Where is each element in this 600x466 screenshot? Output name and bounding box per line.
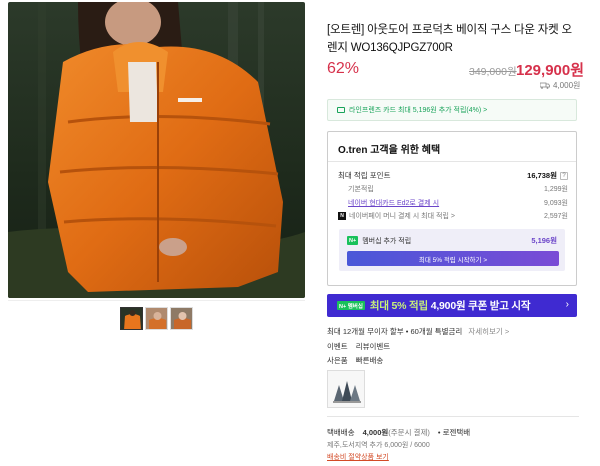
point-row-value: 2,597원 <box>544 213 568 220</box>
product-main-image[interactable] <box>8 2 305 298</box>
promo-text-rest: 4,900원 쿠폰 받고 시작 <box>430 300 531 312</box>
point-row-npay[interactable]: N 네이버페이 머니 결제 시 최대 적립 > 2,597원 <box>338 211 568 221</box>
shipping-extra: 제주,도서지역 추가 6,000원 / 6000 <box>327 442 430 449</box>
shipping-carrier: • 로젠택배 <box>437 428 471 437</box>
shipping-row: 택배배송 4,000원(주문시 결제) • 로젠택배 <box>327 427 470 438</box>
max-points-value-wrap: 16,738원 ? <box>527 170 568 181</box>
shipping-condition: (주문시 결제) <box>388 428 430 437</box>
point-row-card[interactable]: 네이버 현대카드 Ed2로 결제 시 9,093원 <box>338 198 568 208</box>
event-row: 이벤트 리뷰이벤트 <box>327 341 390 352</box>
shipping-divider <box>327 416 579 417</box>
installment-row: 최대 12개월 무이자 할부 • 60개월 특별금리 자세히보기 > <box>327 326 509 337</box>
thumbnail-3[interactable] <box>170 307 193 330</box>
benefit-heading: O.tren 고객을 위한 혜택 <box>338 145 441 156</box>
discount-rate: 62% <box>327 60 360 77</box>
shipping-saving-link[interactable]: 배송비 절약상품 보기 <box>327 452 389 462</box>
naver-plus-membership-badge: N+ 멤버십 <box>337 301 365 310</box>
truck-icon <box>540 82 550 89</box>
product-title: [오트렌] 아웃도어 프로덕츠 베이직 구스 다운 자켓 오렌지 WO136QJ… <box>327 24 572 54</box>
sale-price: 129,900원 <box>516 62 585 79</box>
membership-label: 멤버십 추가 적립 <box>362 237 412 245</box>
membership-row: N+ 멤버십 추가 적립 5,196원 <box>347 235 557 246</box>
point-row-value: 9,093원 <box>544 200 568 207</box>
card-benefit-bar[interactable]: 라인프렌즈 카드 최대 5,196원 추가 적립(4%) > <box>327 99 577 121</box>
shipping-label: 택배배송 <box>327 428 355 437</box>
point-row-label: 기본적립 <box>348 186 374 193</box>
membership-label-wrap: N+ 멤버십 추가 적립 <box>347 236 411 246</box>
membership-box: N+ 멤버십 추가 적립 5,196원 최대 5% 적립 시작하기 > <box>339 229 565 271</box>
point-row-label[interactable]: 네이버페이 머니 결제 시 최대 적립 > <box>349 211 455 221</box>
event-value[interactable]: 리뷰이벤트 <box>356 341 391 352</box>
promo-text-highlight: 최대 5% 적립 <box>369 300 428 312</box>
card-benefit-text: 라인프렌즈 카드 최대 5,196원 추가 적립(4%) > <box>349 107 488 114</box>
membership-start-button[interactable]: 최대 5% 적립 시작하기 > <box>347 251 559 266</box>
benefit-divider <box>328 161 576 162</box>
gift-row: 사은품 빠른배송 <box>327 355 383 366</box>
membership-promo-banner[interactable]: N+ 멤버십 최대 5% 적립 4,900원 쿠폰 받고 시작 › <box>327 294 577 317</box>
thumbnail-1[interactable] <box>120 307 143 330</box>
thumbnail-2[interactable] <box>145 307 168 330</box>
point-row-label[interactable]: 네이버 현대카드 Ed2로 결제 시 <box>338 198 439 208</box>
thumbnail-list <box>120 307 193 330</box>
max-points-row: 최대 적립 포인트 16,738원 ? <box>338 170 568 181</box>
point-row-value: 1,299원 <box>544 186 568 193</box>
point-row-label-wrap[interactable]: N 네이버페이 머니 결제 시 최대 적립 > <box>338 211 455 221</box>
chevron-right-icon: › <box>565 299 569 310</box>
installment-more-link[interactable]: 자세히보기 > <box>468 326 509 337</box>
gift-label: 사은품 <box>327 356 348 365</box>
max-points-label: 최대 적립 포인트 <box>338 171 391 180</box>
installment-text: 최대 12개월 무이자 할부 • 60개월 특별금리 <box>327 327 463 336</box>
promo-text: 최대 5% 적립 4,900원 쿠폰 받고 시작 <box>369 298 531 313</box>
shipping-fee-small: 4,000원 <box>553 81 581 90</box>
point-row-basic: 기본적립 1,299원 <box>338 184 568 194</box>
image-divider <box>8 300 305 301</box>
gift-value: 빠른배송 <box>355 356 384 365</box>
shipping-fee-value: 4,000원 <box>362 428 389 437</box>
shipping-fee: 4,000원(주문시 결제) <box>363 427 430 438</box>
shipping-fee-summary: 4,000원 <box>540 80 580 91</box>
event-label: 이벤트 <box>327 342 348 351</box>
gift-image[interactable] <box>327 370 365 408</box>
membership-value: 5,196원 <box>531 236 557 245</box>
card-icon <box>337 107 345 113</box>
help-icon[interactable]: ? <box>560 171 568 180</box>
naver-plus-badge: N+ <box>347 236 359 245</box>
npay-icon: N <box>338 212 346 220</box>
original-price: 349,000원 <box>469 66 517 78</box>
max-points-value: 16,738원 <box>527 171 557 180</box>
